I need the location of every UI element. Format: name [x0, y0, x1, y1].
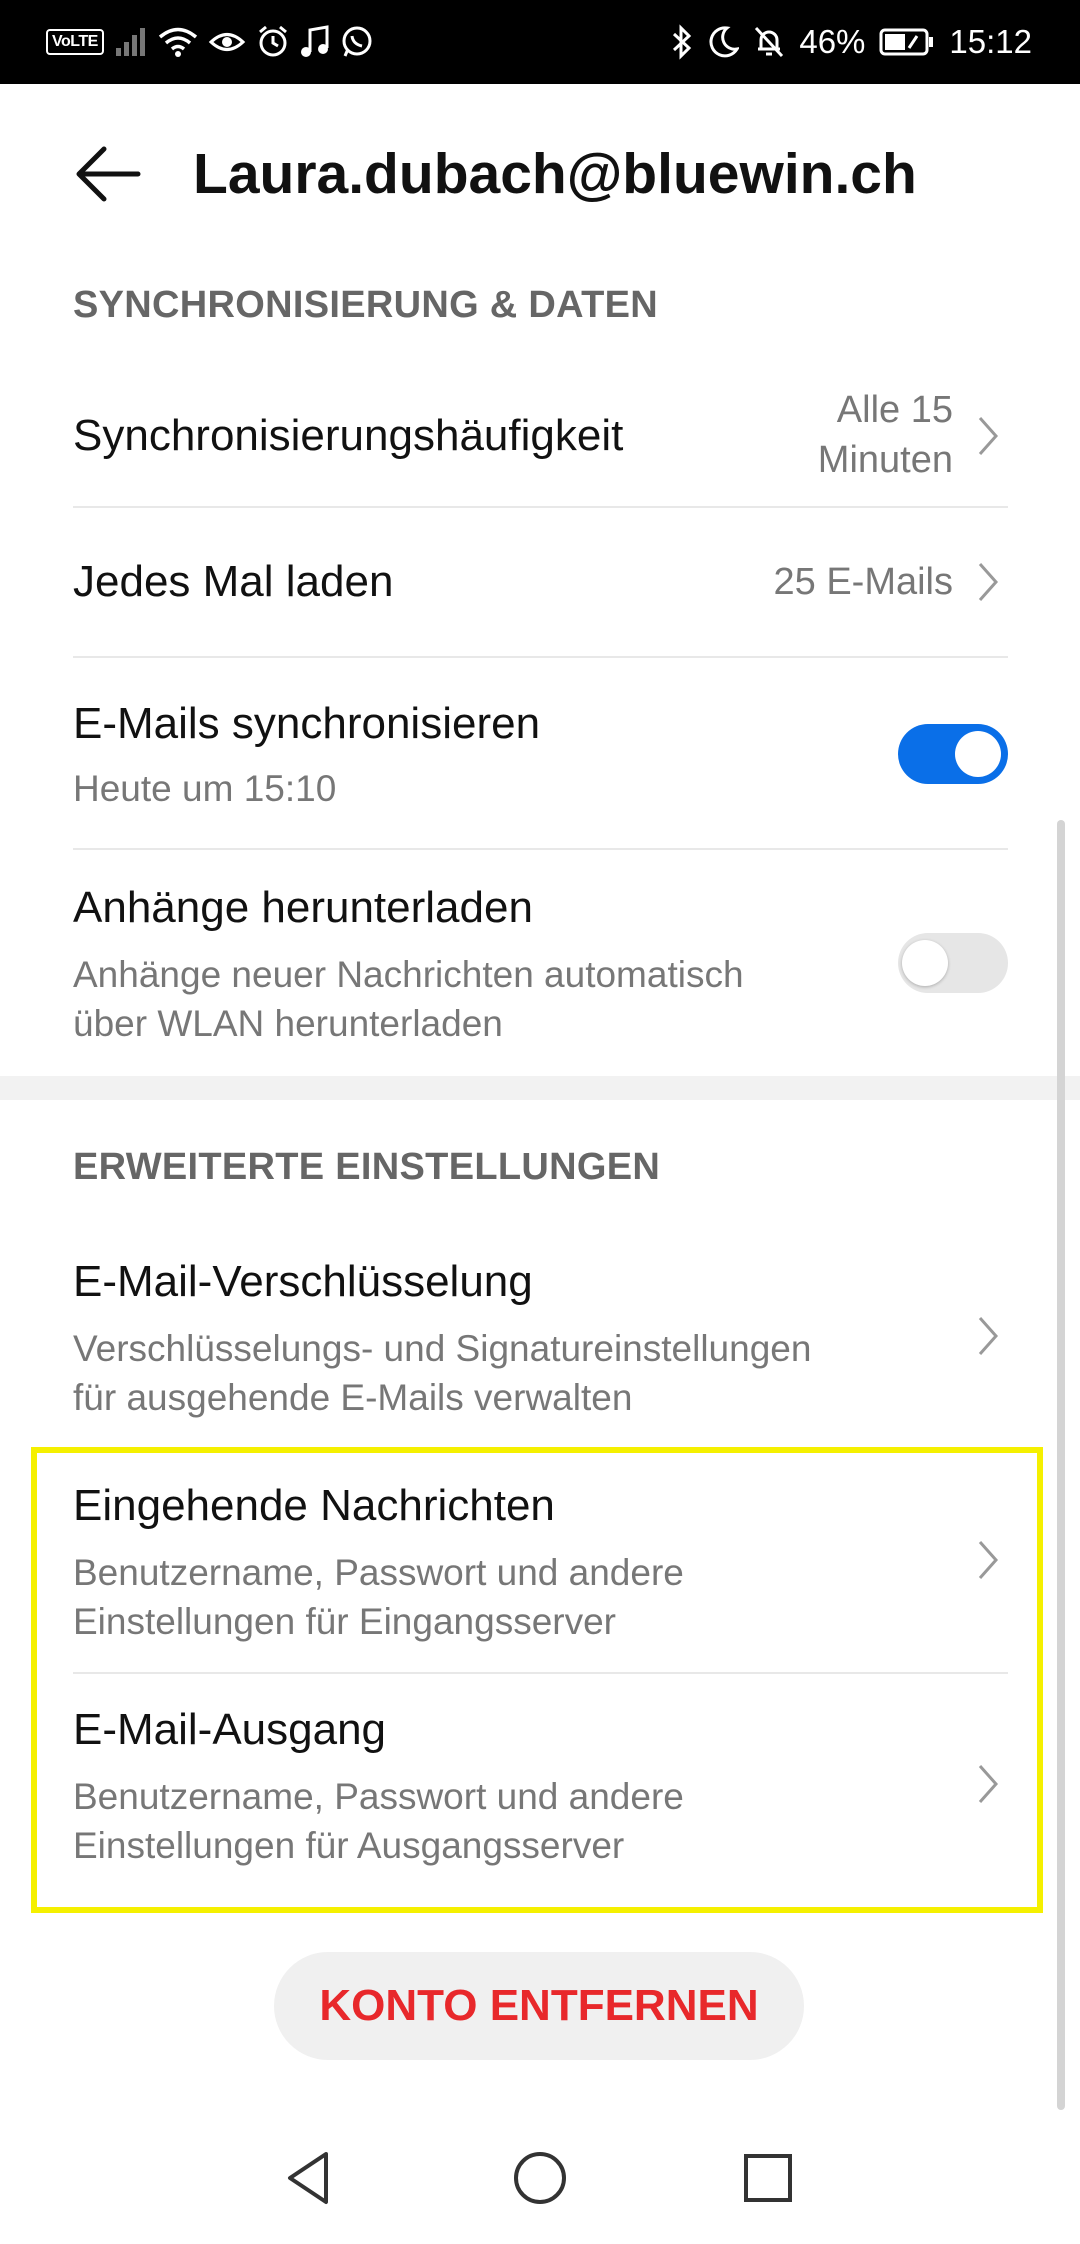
- attachments-toggle[interactable]: [898, 933, 1008, 993]
- outgoing-subtitle-line2: Einstellungen für Ausgangsserver: [73, 1825, 625, 1866]
- notifications-off-icon: [755, 26, 784, 58]
- section-label-sync: SYNCHRONISIERUNG & DATEN: [73, 284, 658, 326]
- chevron-right-icon: [978, 563, 999, 601]
- screen: VoLTE 46% 15:12 Laura.dubach@bluewin.ch …: [0, 0, 1080, 2244]
- sync-emails-row: E-Mails synchronisieren Heute um 15:10: [73, 658, 1008, 848]
- outgoing-mail-row[interactable]: E-Mail-Ausgang Benutzername, Passwort un…: [73, 1674, 1008, 1906]
- nav-recents-icon[interactable]: [738, 2148, 798, 2208]
- app-header: Laura.dubach@bluewin.ch: [0, 84, 1080, 254]
- sync-frequency-title: Synchronisierungshäufigkeit: [73, 411, 624, 460]
- section-separator: [0, 1076, 1080, 1100]
- chevron-right-icon: [978, 1317, 999, 1355]
- clock: 15:12: [949, 23, 1032, 60]
- sync-emails-title: E-Mails synchronisieren: [73, 699, 541, 748]
- nav-home-icon[interactable]: [510, 2148, 570, 2208]
- incoming-title: Eingehende Nachrichten: [73, 1481, 555, 1530]
- remove-account-button[interactable]: KONTO ENTFERNEN: [274, 1952, 804, 2060]
- encryption-subtitle: Verschlüsselungs- und Signatureinstellun…: [73, 1324, 811, 1422]
- alarm-icon: [258, 25, 287, 57]
- sync-frequency-value: Alle 15 Minuten: [818, 385, 953, 485]
- chevron-right-icon: [978, 1541, 999, 1579]
- encryption-subtitle-line1: Verschlüsselungs- und Signatureinstellun…: [73, 1328, 812, 1369]
- navigation-bar: [0, 2110, 1080, 2244]
- outgoing-subtitle-line1: Benutzername, Passwort und andere: [73, 1776, 684, 1817]
- load-count-title: Jedes Mal laden: [73, 557, 394, 606]
- moon-icon: [709, 26, 740, 58]
- toggle-knob: [902, 940, 948, 986]
- attachments-title: Anhänge herunterladen: [73, 883, 533, 932]
- chevron-right-icon: [978, 1765, 999, 1803]
- eye-comfort-icon: [208, 33, 245, 51]
- whatsapp-icon: [342, 26, 372, 57]
- chevron-right-icon: [978, 417, 999, 455]
- sync-frequency-value-line1: Alle 15: [836, 389, 953, 431]
- load-count-value: 25 E-Mails: [773, 561, 954, 603]
- attachments-subtitle-line2: über WLAN herunterladen: [73, 1003, 503, 1044]
- music-icon: [300, 25, 329, 57]
- incoming-messages-row[interactable]: Eingehende Nachrichten Benutzername, Pas…: [73, 1452, 1008, 1672]
- outgoing-subtitle: Benutzername, Passwort und andere Einste…: [73, 1772, 684, 1870]
- battery-icon: [879, 28, 934, 56]
- attachments-subtitle: Anhänge neuer Nachrichten automatisch üb…: [73, 950, 744, 1048]
- incoming-subtitle: Benutzername, Passwort und andere Einste…: [73, 1548, 684, 1646]
- section-label-advanced: ERWEITERTE EINSTELLUNGEN: [73, 1146, 661, 1188]
- scrollbar[interactable]: [1057, 820, 1065, 2110]
- nav-back-icon[interactable]: [280, 2148, 340, 2208]
- back-button[interactable]: [66, 132, 150, 216]
- status-bar-right: 46% 15:12: [671, 0, 1032, 84]
- incoming-subtitle-line2: Einstellungen für Eingangsserver: [73, 1601, 616, 1642]
- attachments-subtitle-line1: Anhänge neuer Nachrichten automatisch: [73, 954, 744, 995]
- wifi-icon: [158, 27, 197, 57]
- bluetooth-icon: [673, 24, 692, 60]
- battery-percent: 46%: [799, 23, 866, 60]
- status-bar-left: VoLTE: [46, 0, 374, 84]
- status-bar: VoLTE 46% 15:12: [0, 0, 1080, 84]
- page-title: Laura.dubach@bluewin.ch: [193, 142, 917, 206]
- load-count-row[interactable]: Jedes Mal laden 25 E-Mails: [73, 508, 1008, 656]
- attachments-row: Anhänge herunterladen Anhänge neuer Nach…: [73, 850, 1008, 1075]
- encryption-row[interactable]: E-Mail-Verschlüsselung Verschlüsselungs-…: [73, 1226, 1008, 1448]
- back-arrow-icon: [76, 146, 141, 202]
- encryption-subtitle-line2: für ausgehende E-Mails verwalten: [73, 1377, 633, 1418]
- sync-emails-toggle[interactable]: [898, 724, 1008, 784]
- incoming-subtitle-line1: Benutzername, Passwort und andere: [73, 1552, 684, 1593]
- signal-icon: [115, 28, 145, 56]
- toggle-knob: [955, 731, 1001, 777]
- outgoing-title: E-Mail-Ausgang: [73, 1705, 387, 1754]
- encryption-title: E-Mail-Verschlüsselung: [73, 1257, 533, 1306]
- sync-frequency-row[interactable]: Synchronisierungshäufigkeit Alle 15 Minu…: [73, 366, 1008, 506]
- volte-badge: VoLTE: [46, 29, 104, 55]
- sync-emails-subtitle: Heute um 15:10: [73, 768, 337, 809]
- sync-frequency-value-line2: Minuten: [817, 439, 953, 481]
